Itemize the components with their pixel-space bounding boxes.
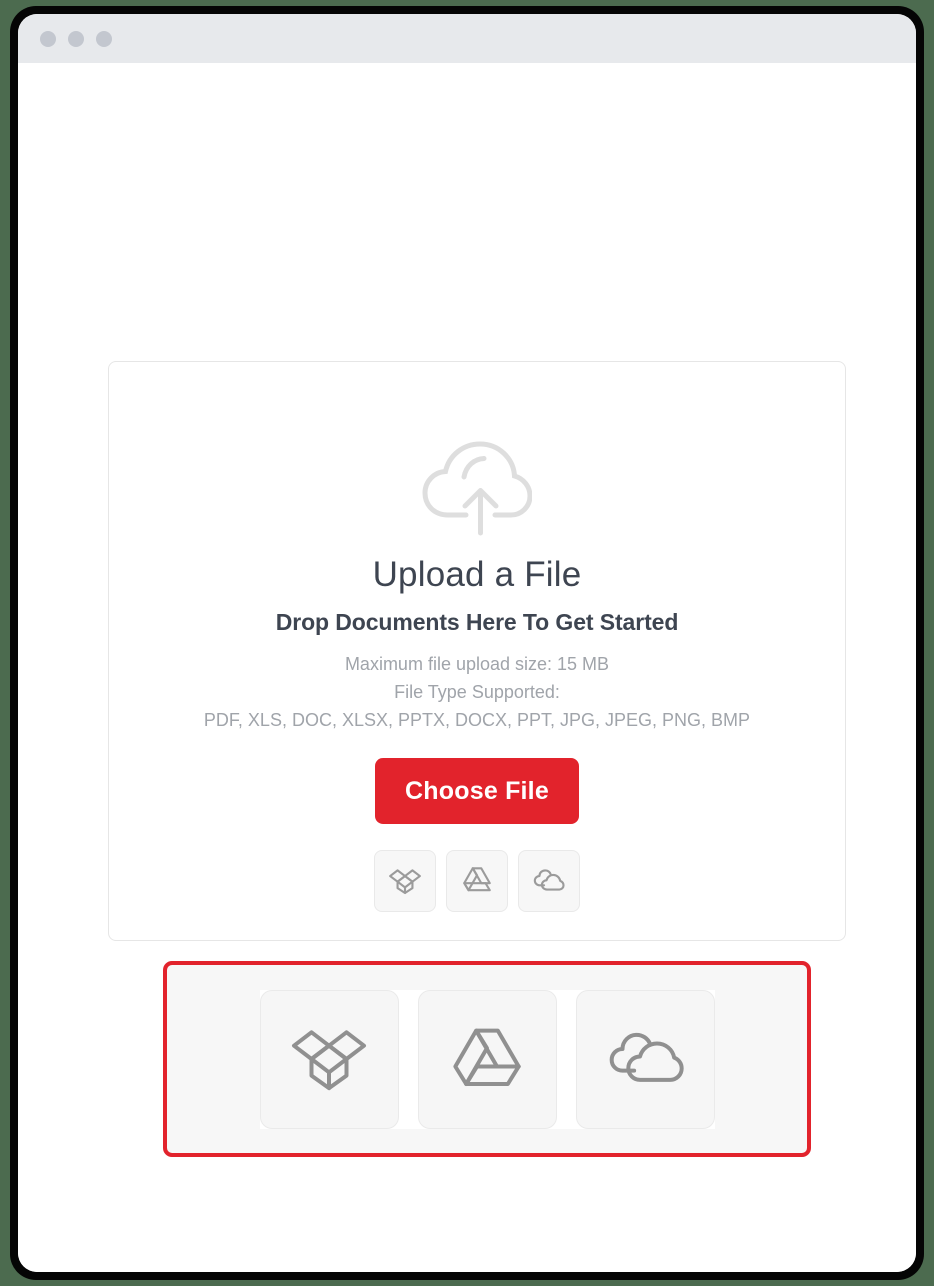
cloud-services-row-large	[259, 989, 715, 1129]
google-drive-button-large[interactable]	[417, 989, 557, 1129]
dropbox-icon	[289, 1019, 369, 1099]
page-content: Upload a File Drop Documents Here To Get…	[18, 63, 916, 1272]
onedrive-icon	[532, 864, 566, 898]
google-drive-icon	[447, 1019, 527, 1099]
upload-title: Upload a File	[372, 555, 582, 594]
cloud-services-highlight-box	[163, 961, 811, 1157]
cloud-services-row-small	[374, 849, 580, 912]
choose-file-button[interactable]: Choose File	[375, 757, 579, 824]
google-drive-icon	[460, 864, 494, 898]
onedrive-button-large[interactable]	[575, 989, 715, 1129]
minimize-dot[interactable]	[68, 30, 84, 47]
maximize-dot[interactable]	[96, 30, 112, 47]
device-frame: Upload a File Drop Documents Here To Get…	[10, 6, 924, 1280]
onedrive-icon	[605, 1019, 685, 1099]
dropbox-button-large[interactable]	[259, 989, 399, 1129]
browser-window: Upload a File Drop Documents Here To Get…	[18, 14, 916, 1272]
upload-dropzone-card[interactable]: Upload a File Drop Documents Here To Get…	[108, 361, 846, 941]
file-type-label: File Type Supported:	[394, 681, 560, 702]
close-dot[interactable]	[40, 30, 56, 47]
window-titlebar	[18, 14, 916, 63]
file-types-list: PDF, XLS, DOC, XLSX, PPTX, DOCX, PPT, JP…	[203, 709, 751, 730]
dropbox-icon	[388, 864, 422, 898]
google-drive-button-small[interactable]	[446, 849, 508, 912]
dropbox-button-small[interactable]	[374, 849, 436, 912]
max-size-text: Maximum file upload size: 15 MB	[344, 653, 610, 674]
onedrive-button-small[interactable]	[518, 849, 580, 912]
cloud-upload-icon	[422, 438, 532, 536]
upload-subtitle: Drop Documents Here To Get Started	[275, 608, 679, 635]
